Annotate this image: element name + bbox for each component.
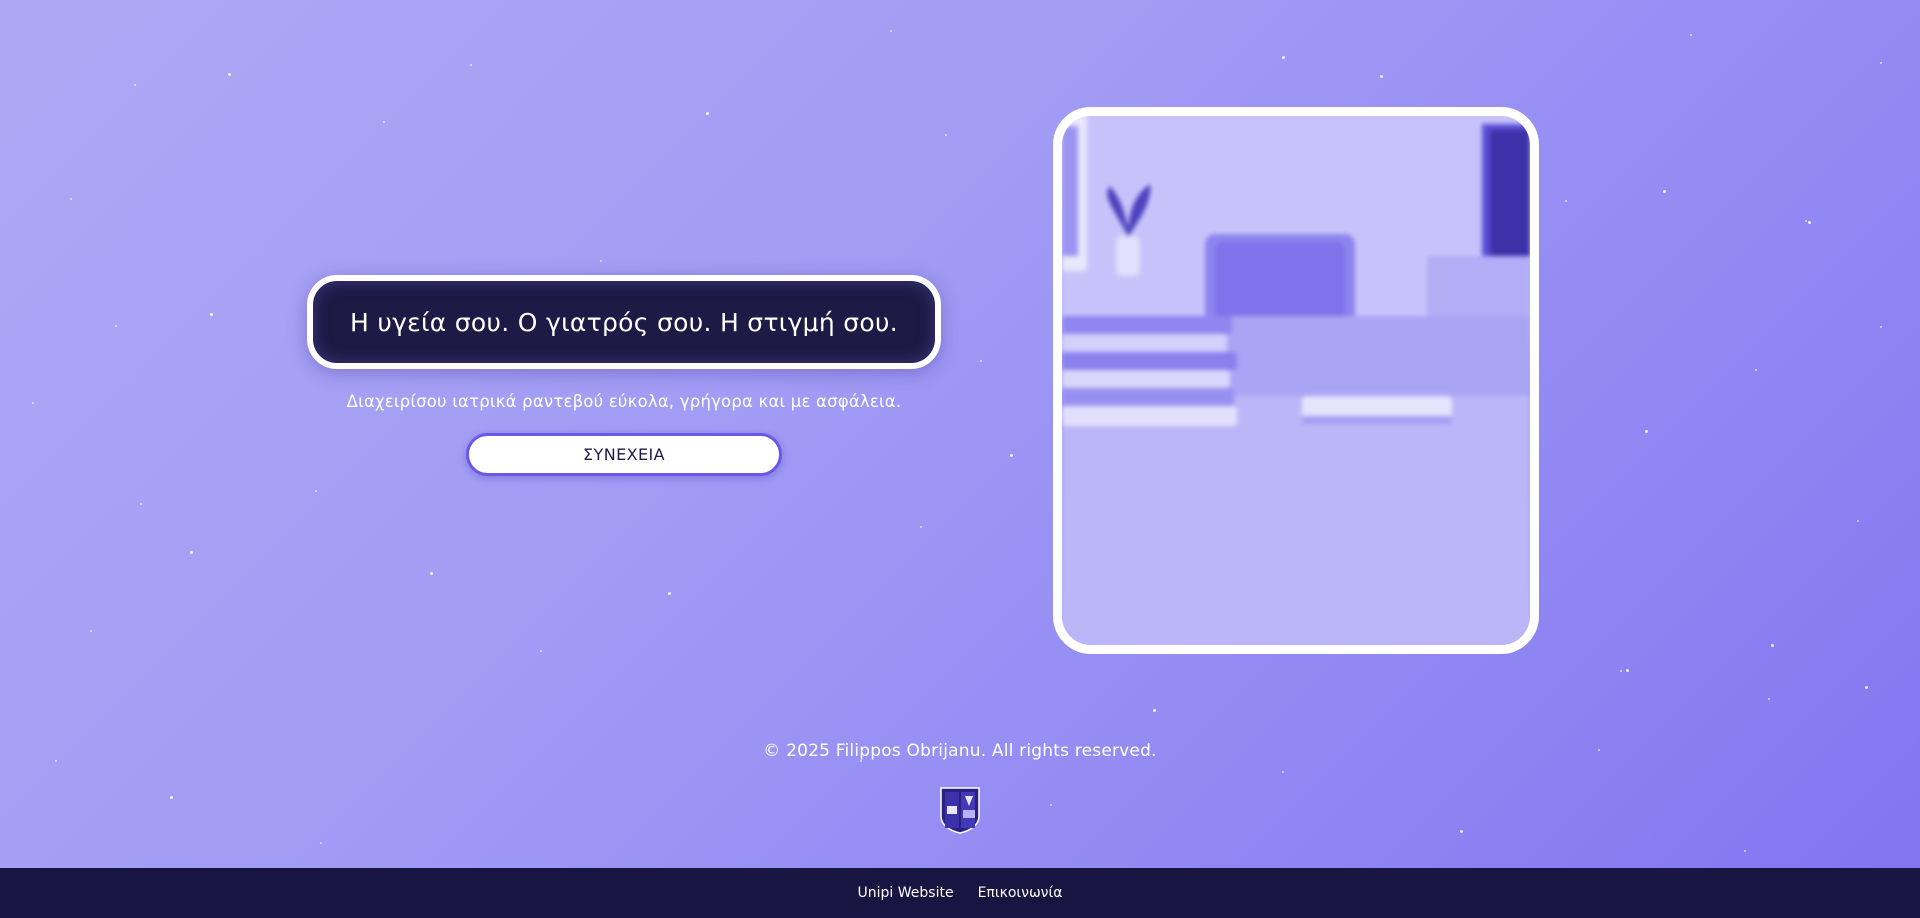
contact-link[interactable]: Επικοινωνία [978,885,1063,901]
unipi-website-link[interactable]: Unipi Website [858,885,954,901]
headline-banner: Η υγεία σου. Ο γιατρός σου. Η στιγμή σου… [307,275,941,369]
copyright-text: © 2025 Filippos Obrijanu. All rights res… [763,741,1157,761]
bottom-navigation-bar: Unipi Website Επικοινωνία [0,868,1920,918]
university-crest-icon [940,787,980,834]
hero-headline: Η υγεία σου. Ο γιατρός σου. Η στιγμή σου… [349,307,899,337]
hero-subtitle: Διαχειρίσου ιατρικά ραντεβού εύκολα, γρή… [346,392,902,411]
starfield-background [0,0,1920,868]
office-desk-photo [1062,116,1530,645]
hero-section: Η υγεία σου. Ο γιατρός σου. Η στιγμή σου… [307,275,941,476]
hero-image-card [1053,107,1539,654]
continue-button[interactable]: ΣΥΝΕΧΕΙΑ [466,433,782,476]
